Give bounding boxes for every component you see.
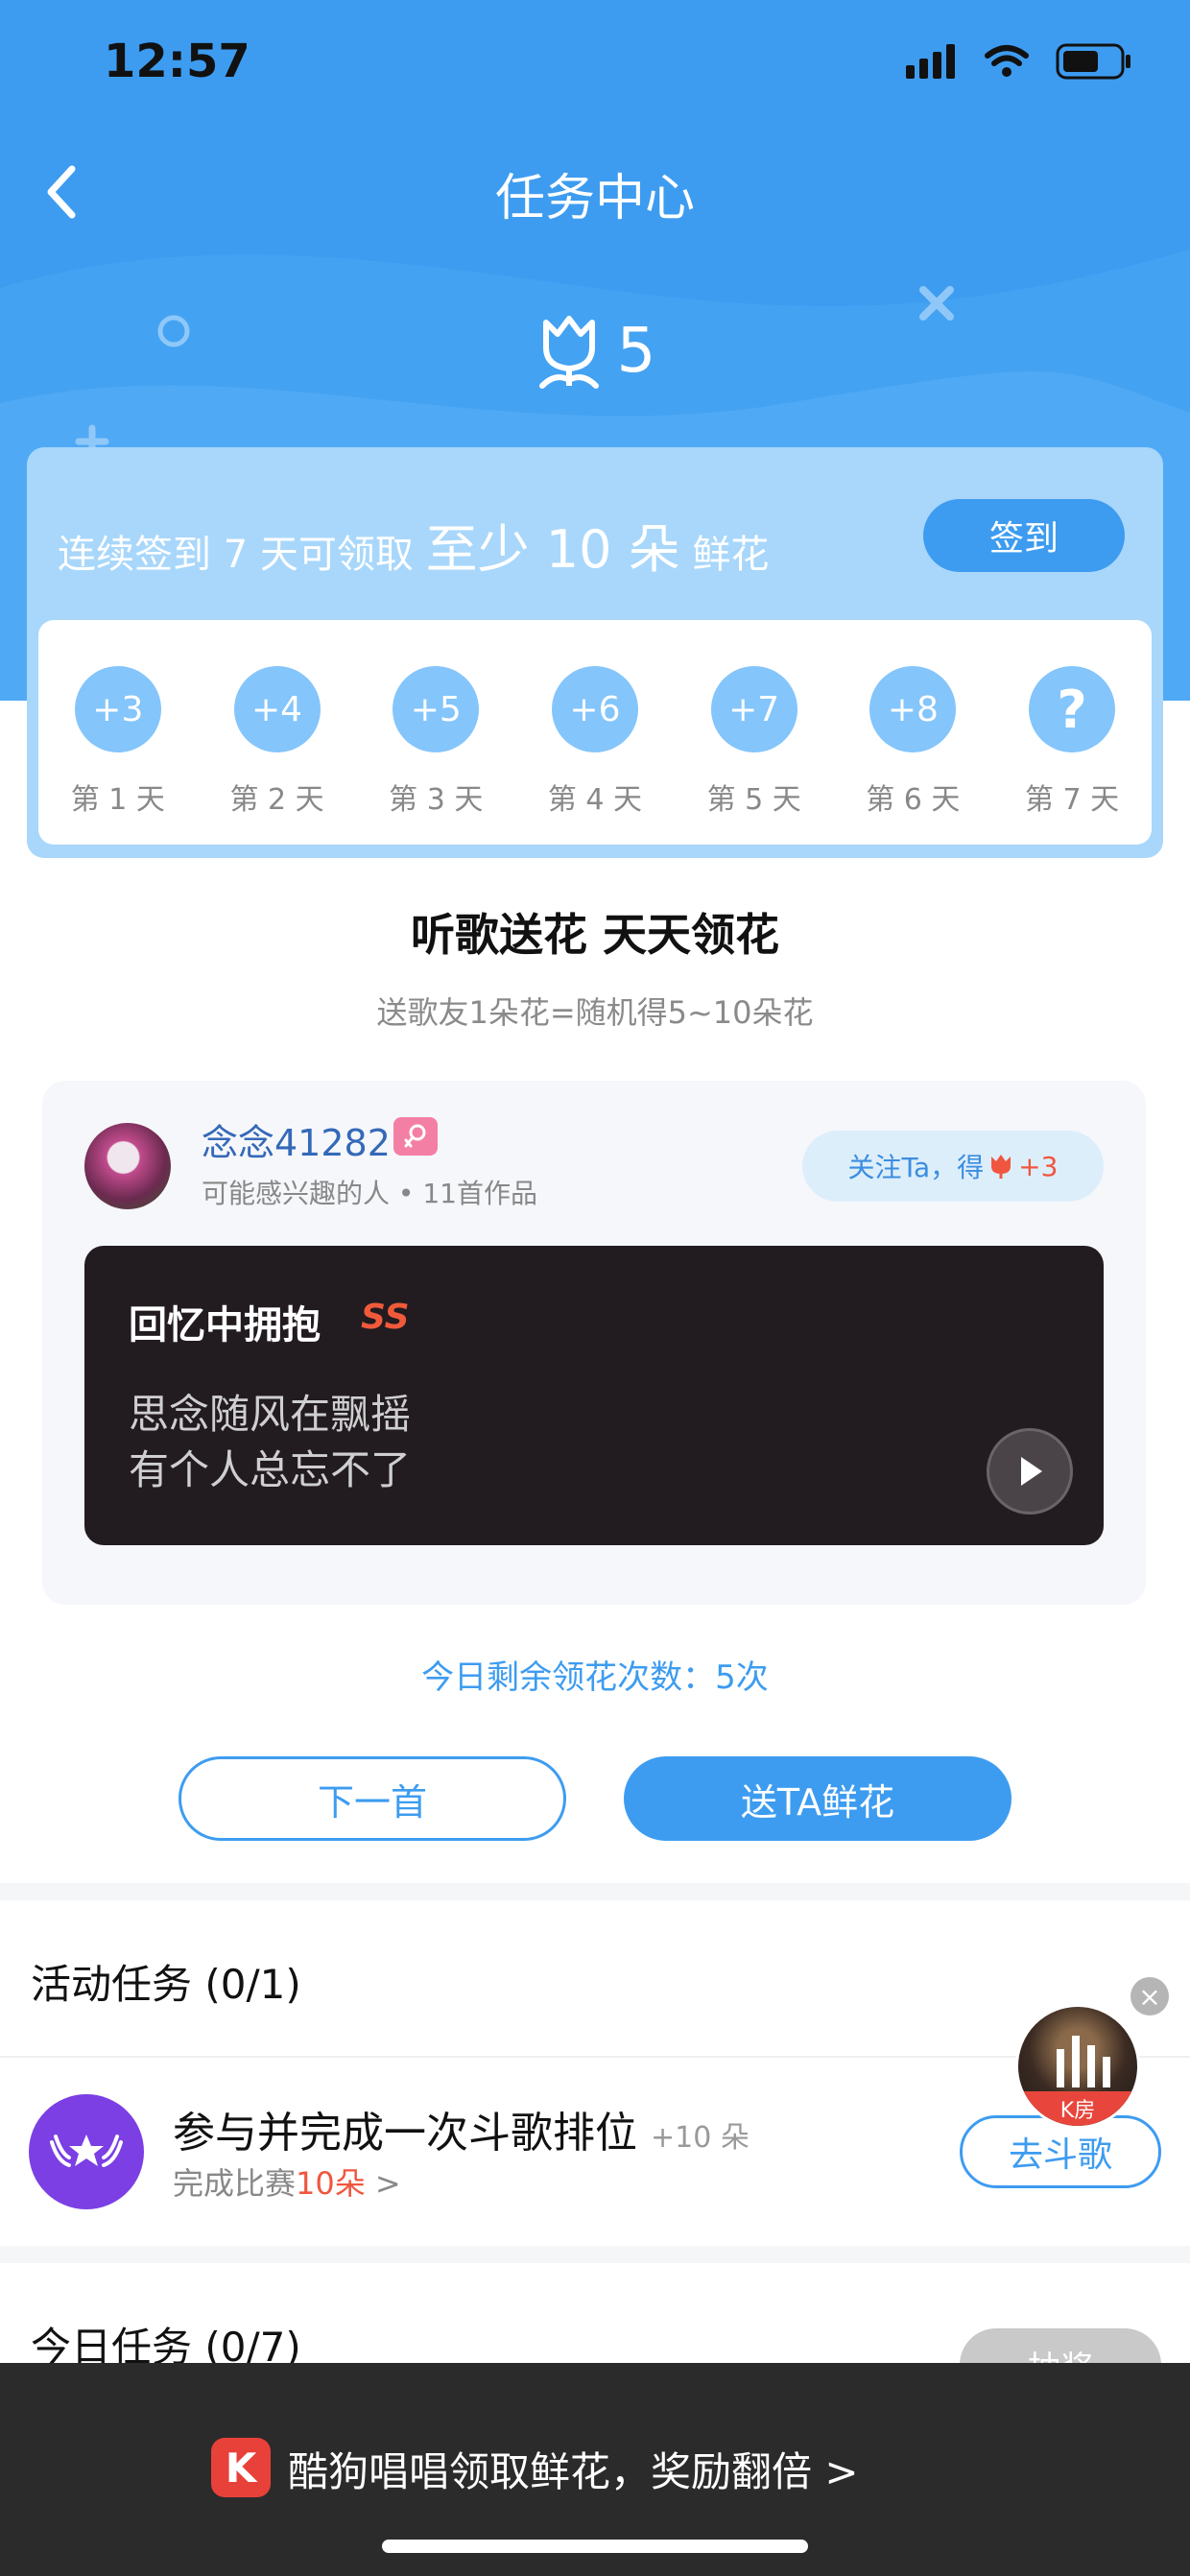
recommended-user-card: 念念41282 可能感兴趣的人 • 11首作品 关注Ta，得 +3 回忆中拥抱 … [42, 1081, 1146, 1605]
close-icon[interactable]: × [1130, 1977, 1169, 2015]
task-subtitle[interactable]: 完成比赛10朵 > [173, 2159, 401, 2204]
home-indicator [382, 2540, 808, 2553]
next-song-button[interactable]: 下一首 [178, 1756, 566, 1841]
signin-day-2: +4 第 2 天 [220, 666, 335, 818]
nav-bar: 任务中心 [0, 134, 1190, 250]
divider [0, 2056, 1190, 2058]
lyric-line-1: 思念随风在飘摇 [129, 1391, 412, 1438]
follow-button[interactable]: 关注Ta，得 +3 [802, 1131, 1104, 1202]
day-bonus: +5 [393, 666, 480, 752]
signin-day-7: ? 第 7 天 [1014, 666, 1130, 818]
flower-count: 5 [616, 316, 656, 387]
promo-subline: 送歌友1朵花=随机得5~10朵花 [376, 994, 814, 1031]
day-bonus-mystery: ? [1029, 666, 1116, 752]
flower-icon [991, 1155, 1012, 1179]
day-label: 第 4 天 [547, 783, 643, 817]
status-time: 12:57 [104, 35, 250, 88]
play-button[interactable] [987, 1428, 1073, 1515]
follow-text: 关注Ta，得 [847, 1152, 985, 1183]
avatar[interactable] [84, 1123, 171, 1209]
signin-day-6: +8 第 6 天 [855, 666, 970, 818]
section-divider [0, 2246, 1190, 2263]
task-title: 参与并完成一次斗歌排位 +10 朵 [173, 2098, 750, 2159]
day-label: 第 2 天 [229, 783, 324, 817]
day-bonus: +3 [74, 666, 161, 752]
flower-balance: 5 [0, 313, 1190, 390]
song-grade-badge: SS [361, 1298, 410, 1337]
song-card[interactable]: 回忆中拥抱 SS 思念随风在飘摇 有个人总忘不了 [84, 1246, 1104, 1545]
signin-day-1: +3 第 1 天 [60, 666, 176, 818]
day-label: 第 7 天 [1024, 783, 1120, 817]
task-title-text: 参与并完成一次斗歌排位 [173, 2109, 637, 2158]
activity-tasks-title: 活动任务 (0/1) [31, 1961, 301, 2008]
signin-day-5: +7 第 5 天 [697, 666, 812, 818]
signin-days: +3 第 1 天 +4 第 2 天 +5 第 3 天 +6 第 4 天 +7 第… [38, 620, 1152, 845]
day-bonus: +4 [233, 666, 321, 752]
k-room-label: K房 [1018, 2091, 1137, 2126]
day-label: 第 5 天 [706, 783, 801, 817]
battle-badge-icon [29, 2094, 144, 2209]
remaining-claims: 今日剩余领花次数：5次 [421, 1658, 769, 1697]
username[interactable]: 念念41282 [202, 1113, 391, 1166]
signal-icon [906, 44, 955, 79]
follow-bonus: +3 [1018, 1150, 1059, 1182]
signin-card: 连续签到 7 天可领取 至少 10 朵 鲜花 签到 +3 第 1 天 +4 第 … [27, 447, 1163, 858]
signin-text-suffix: 鲜花 [692, 533, 770, 577]
task-sub-highlight: 10朵 [296, 2165, 366, 2202]
day-bonus: +8 [869, 666, 957, 752]
signin-text-highlight: 至少 10 朵 [425, 519, 680, 580]
k-room-bars-icon [1057, 2036, 1110, 2087]
flower-icon [538, 316, 599, 389]
task-reward: +10 朵 [651, 2121, 750, 2155]
kugou-logo-icon: K [211, 2438, 271, 2497]
task-sub-prefix: 完成比赛 [173, 2165, 297, 2202]
signin-description: 连续签到 7 天可领取 至少 10 朵 鲜花 [58, 507, 769, 583]
day-bonus: +7 [710, 666, 797, 752]
signin-day-4: +6 第 4 天 [537, 666, 653, 818]
lyric-line-2: 有个人总忘不了 [129, 1446, 412, 1493]
task-sub-suffix: > [365, 2165, 401, 2202]
signin-text-prefix: 连续签到 7 天可领取 [58, 533, 414, 577]
song-title: 回忆中拥抱 [129, 1303, 321, 1348]
battery-icon [1056, 43, 1130, 80]
status-icons [906, 42, 1132, 81]
signin-day-3: +5 第 3 天 [378, 666, 493, 818]
day-bonus: +6 [551, 666, 638, 752]
send-flower-button[interactable]: 送TA鲜花 [624, 1756, 1012, 1841]
k-room-floating-button[interactable]: K房 [1015, 2004, 1140, 2129]
day-label: 第 6 天 [866, 783, 961, 817]
status-bar: 12:57 [0, 0, 1190, 134]
day-label: 第 1 天 [70, 783, 165, 817]
female-icon [393, 1117, 438, 1156]
promo-headline: 听歌送花 天天领花 [410, 909, 779, 961]
page-title: 任务中心 [494, 170, 695, 227]
banner-text: 酷狗唱唱领取鲜花，奖励翻倍 > [288, 2448, 859, 2495]
signin-button[interactable]: 签到 [923, 499, 1125, 572]
play-icon [1021, 1457, 1042, 1486]
day-label: 第 3 天 [389, 783, 484, 817]
user-meta: 可能感兴趣的人 • 11首作品 [202, 1178, 537, 1209]
wifi-icon [985, 45, 1029, 77]
section-divider [0, 1883, 1190, 1900]
